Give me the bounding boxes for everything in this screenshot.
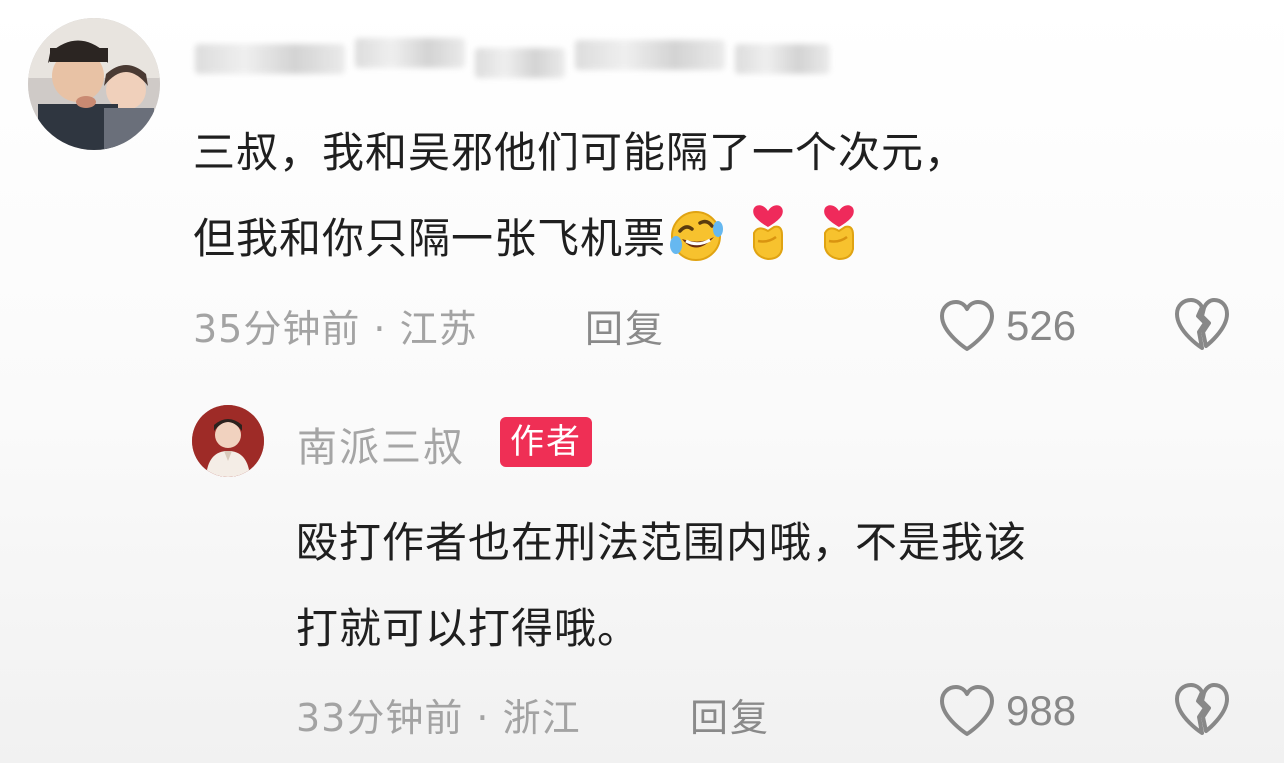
comment-text-line: 但我和你只隔一张飞机票 xyxy=(193,196,1233,292)
reply-text-line: 殴打作者也在刑法范围内哦，不是我该 xyxy=(296,518,1028,567)
broken-heart-icon xyxy=(1175,298,1229,350)
broken-heart-icon xyxy=(1175,683,1229,735)
comment-text: 三叔，我和吴邪他们可能隔了一个次元， 但我和你只隔一张飞机票 xyxy=(193,110,1233,292)
emoji-group xyxy=(666,197,867,292)
reply-text: 殴打作者也在刑法范围内哦，不是我该 打就可以打得哦。 xyxy=(296,500,1256,672)
finger-heart-emoji xyxy=(823,205,854,261)
reply-button[interactable]: 回复 xyxy=(585,298,665,353)
comment-text-line: 三叔，我和吴邪他们可能隔了一个次元， xyxy=(193,128,968,177)
avatar[interactable] xyxy=(28,18,160,150)
author-badge: 作者 xyxy=(500,417,592,467)
like-button[interactable]: 988 xyxy=(938,681,1076,741)
comment-item: 三叔，我和吴邪他们可能隔了一个次元， 但我和你只隔一张飞机票 35分钟前 · 江… xyxy=(0,0,1284,380)
like-button[interactable]: 526 xyxy=(938,296,1076,356)
like-count: 526 xyxy=(1006,302,1077,349)
reply-button[interactable]: 回复 xyxy=(690,687,770,742)
dislike-button[interactable] xyxy=(1172,296,1232,356)
reply-time-location: 33分钟前 · 浙江 xyxy=(296,696,581,740)
heart-outline-icon xyxy=(940,685,994,736)
author-name[interactable]: 南派三叔 xyxy=(297,415,465,473)
comment-time-location: 35分钟前 · 江苏 xyxy=(193,307,478,351)
finger-heart-emoji xyxy=(753,205,784,261)
dislike-button[interactable] xyxy=(1172,681,1232,741)
like-count: 988 xyxy=(1006,687,1077,734)
author-avatar[interactable] xyxy=(192,405,264,477)
rolling-laughing-emoji xyxy=(670,211,724,261)
reply-item: 南派三叔 作者 殴打作者也在刑法范围内哦，不是我该 打就可以打得哦。 33分钟前… xyxy=(0,395,1284,763)
username-blurred[interactable] xyxy=(195,30,835,78)
heart-outline-icon xyxy=(940,300,994,351)
reply-text-line: 打就可以打得哦。 xyxy=(296,604,641,653)
comment-thread: 三叔，我和吴邪他们可能隔了一个次元， 但我和你只隔一张飞机票 35分钟前 · 江… xyxy=(0,0,1284,763)
